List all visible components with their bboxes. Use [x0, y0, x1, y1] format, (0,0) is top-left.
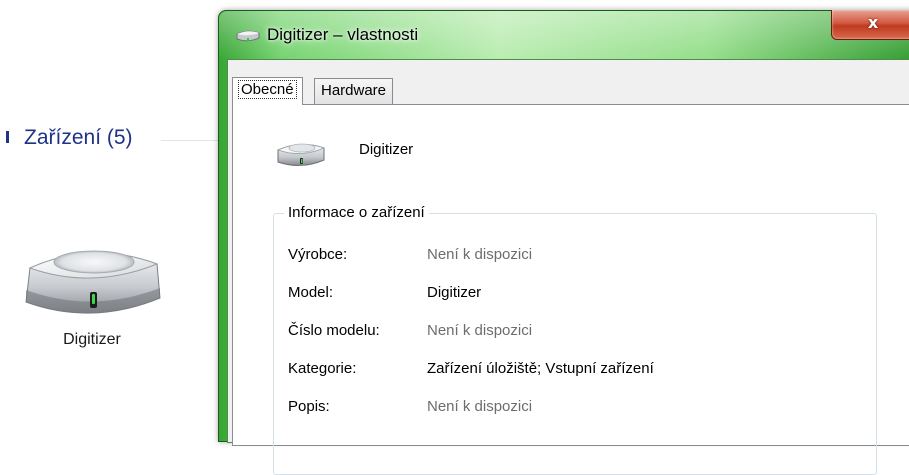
device-tile-digitizer[interactable]: Digitizer [12, 220, 172, 390]
device-name: Digitizer [359, 141, 414, 158]
property-label: Model: [288, 284, 334, 301]
property-value: Není k dispozici [427, 322, 533, 339]
device-tile-label: Digitizer [63, 331, 121, 348]
tab-hardware-label: Hardware [321, 82, 387, 99]
property-value: Není k dispozici [427, 246, 533, 263]
tab-hardware[interactable]: Hardware [314, 78, 394, 104]
dialog-client-area: Obecné Hardware Digitizer Informace o za… [227, 59, 909, 475]
window-title: Digitizer – vlastnosti [267, 25, 419, 44]
group-bullet [6, 131, 9, 143]
drive-icon [276, 143, 326, 166]
tab-general[interactable]: Obecné [232, 77, 303, 105]
property-value: Není k dispozici [427, 398, 533, 415]
property-value: Zařízení úložiště; Vstupní zařízení [427, 360, 654, 377]
close-button[interactable]: x [831, 10, 909, 40]
general-page: Digitizer Informace o zařízení Výrobce: … [232, 104, 909, 475]
property-label: Kategorie: [288, 360, 357, 377]
properties-window: Digitizer – vlastnosti x Obecné Hardware [218, 10, 909, 475]
group-header-divider [161, 140, 221, 141]
property-label: Popis: [288, 398, 330, 415]
tab-general-label: Obecné [238, 80, 297, 99]
close-icon: x [867, 13, 879, 32]
property-value: Digitizer [427, 284, 482, 301]
property-label: Výrobce: [288, 246, 348, 263]
hard-drive-icon [25, 250, 161, 314]
devices-group-header[interactable]: Zařízení (5) [24, 126, 133, 150]
devices-pane: Zařízení (5) Digitizer [0, 0, 230, 427]
device-info-groupbox: Informace o zařízení Výrobce: Není k dis… [273, 204, 877, 475]
property-label: Číslo modelu: [288, 322, 380, 339]
device-info-title: Informace o zařízení [284, 204, 429, 221]
drive-icon [236, 30, 260, 42]
